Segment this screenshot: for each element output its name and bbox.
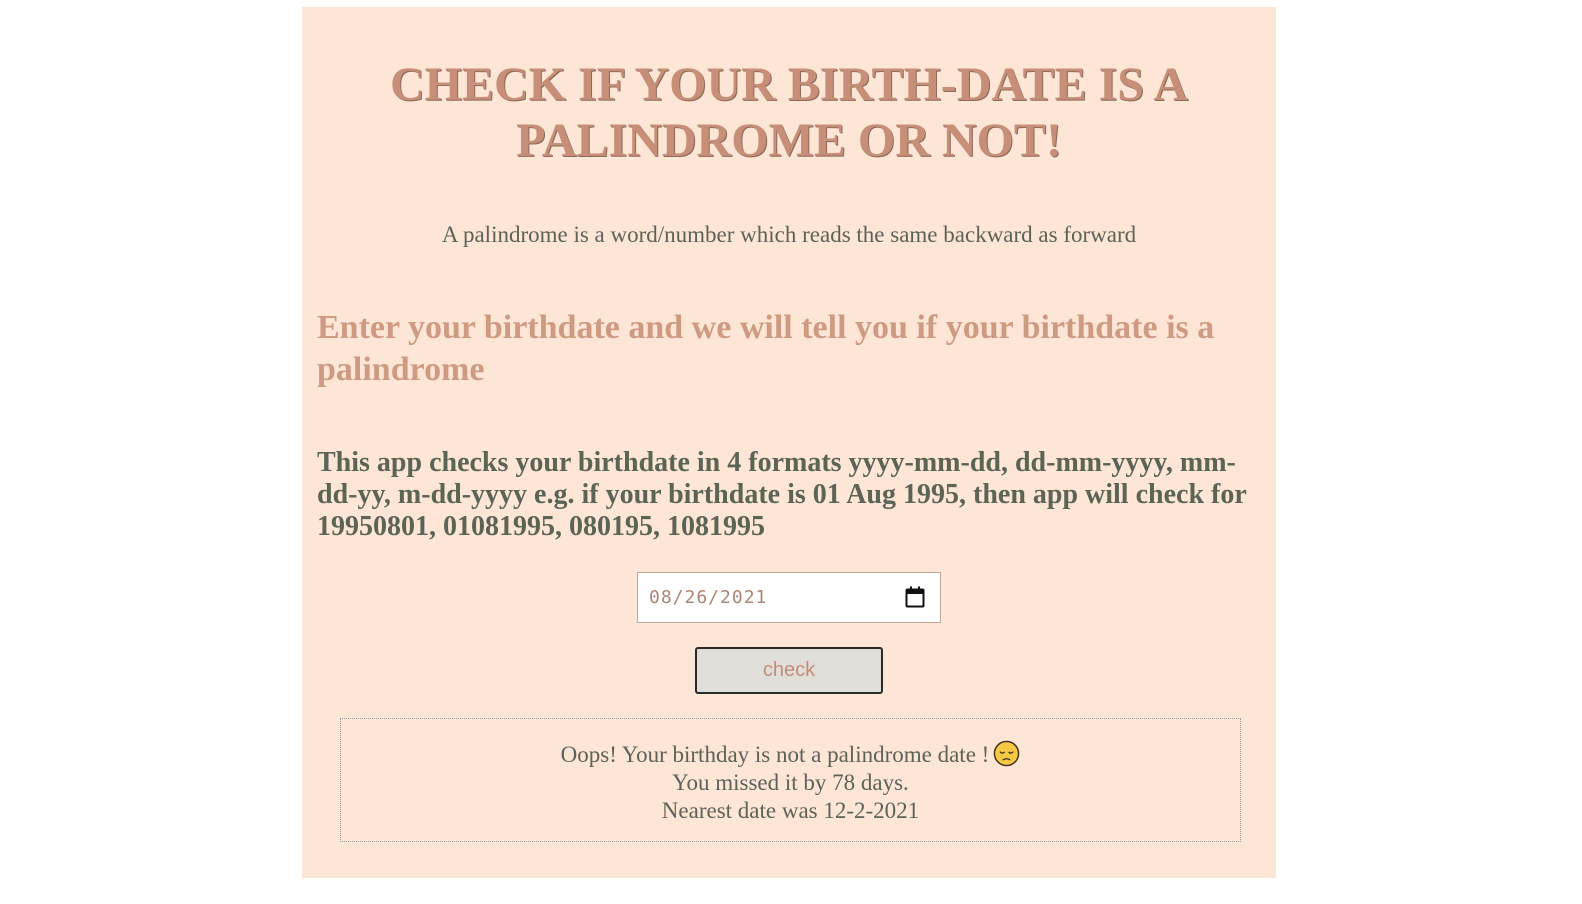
result-line-3: Nearest date was 12-2-2021 [661,798,920,823]
palindrome-definition: A palindrome is a word/number which read… [441,222,1137,247]
birthdate-input[interactable]: 08/26/2021 [637,572,941,623]
page-title: CHECK IF YOUR BIRTH-DATE IS A PALINDROME… [390,58,1188,167]
instruction-heading: Enter your birthdate and we will tell yo… [317,309,1215,388]
result-message: Oops! Your birthday is not a palindrome … [560,742,990,767]
formats-description: This app checks your birthdate in 4 form… [317,447,1247,542]
main-card: CHECK IF YOUR BIRTH-DATE IS A PALINDROME… [302,7,1276,878]
birthdate-value: 08/26/2021 [649,587,768,608]
result-line-1: Oops! Your birthday is not a palindrome … [341,740,1240,769]
calendar-icon[interactable] [905,586,925,608]
check-button[interactable]: check [695,647,883,694]
result-output: Oops! Your birthday is not a palindrome … [340,718,1241,842]
result-line-2: You missed it by 78 days. [672,770,909,795]
pensive-face-icon [994,740,1020,767]
